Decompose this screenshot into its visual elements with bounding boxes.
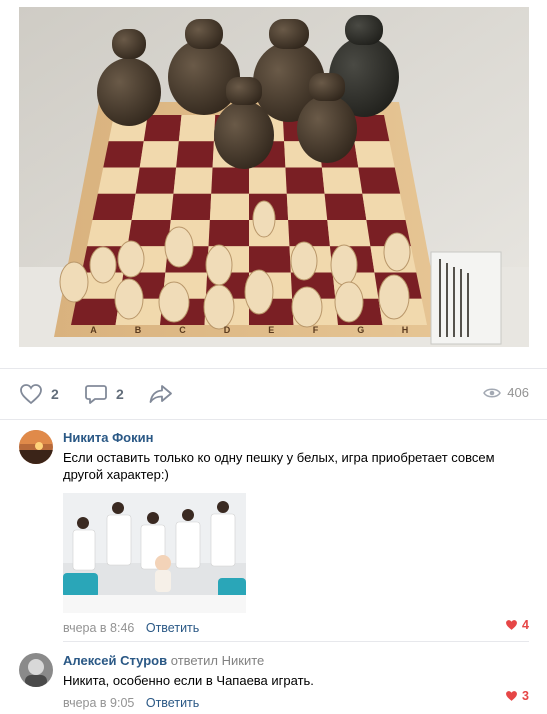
board-square [71, 298, 120, 325]
comment-like-count: 4 [522, 618, 529, 632]
reply-to-label[interactable]: ответил Никите [171, 653, 265, 668]
view-count: 406 [483, 385, 529, 400]
reply-button[interactable]: Ответить [146, 696, 199, 710]
comment-like-count: 3 [522, 689, 529, 703]
views-value: 406 [507, 385, 529, 400]
board-square [208, 220, 249, 247]
eye-icon [483, 388, 502, 397]
post-actions-bar: 2 2 406 [0, 368, 547, 420]
comment-author-line: Алексей Стуров ответил Никите [63, 653, 529, 669]
reply-button[interactable]: Ответить [146, 621, 199, 635]
board-square [173, 167, 213, 194]
share-button[interactable] [148, 383, 174, 405]
heart-filled-icon [506, 691, 517, 701]
board-square [324, 193, 367, 220]
board-square [362, 193, 406, 220]
comment-item: Никита Фокин Если оставить только ко одн… [19, 430, 529, 635]
board-square [209, 193, 249, 220]
comment-time[interactable]: вчера в 9:05 [63, 696, 134, 710]
board-square [135, 167, 177, 194]
board-file-label: C [179, 325, 186, 335]
comment-author[interactable]: Никита Фокин [63, 430, 529, 446]
comment-text: Если оставить только ко одну пешку у бел… [63, 450, 495, 482]
comment-text: Никита, особенно если в Чапаева играть. [63, 673, 314, 688]
comment-like-button[interactable]: 3 [505, 689, 529, 703]
board-square [178, 115, 216, 142]
heart-outline-icon [20, 384, 42, 405]
board-square [131, 193, 174, 220]
board-square [327, 220, 371, 247]
board-square [92, 193, 136, 220]
like-button[interactable]: 2 [19, 383, 59, 405]
board-square [358, 167, 401, 194]
board-square [249, 167, 287, 194]
board-file-label: B [135, 325, 142, 335]
board-square [354, 141, 395, 168]
avatar[interactable] [19, 653, 53, 687]
heart-filled-icon [506, 620, 517, 630]
comment-like-button[interactable]: 4 [505, 618, 529, 632]
comment-meta: вчера в 9:05 Ответить [63, 696, 529, 710]
board-square [103, 141, 144, 168]
board-square [285, 167, 325, 194]
board-square [176, 141, 214, 168]
comment-meta: вчера в 8:46 Ответить [63, 621, 529, 635]
board-square [143, 115, 182, 142]
post-photo[interactable]: A B C D E F G H [19, 7, 529, 347]
board-square [321, 167, 363, 194]
board-file-label: H [402, 325, 409, 335]
chess-photo-illustration: A B C D E F G H [19, 7, 529, 347]
board-file-label: G [357, 325, 364, 335]
comment-count: 2 [116, 386, 124, 402]
share-arrow-icon [149, 385, 172, 403]
board-square [286, 193, 328, 220]
comment-image[interactable] [63, 493, 246, 613]
board-square [139, 141, 179, 168]
comment-icon [85, 385, 107, 404]
board-square [211, 167, 249, 194]
comment-button[interactable]: 2 [84, 383, 124, 405]
board-file-label: A [90, 325, 97, 335]
board-square [249, 246, 291, 273]
avatar-bw-image [19, 653, 53, 687]
comment-divider [63, 641, 529, 642]
like-count: 2 [51, 386, 59, 402]
comment-author[interactable]: Алексей Стуров [63, 653, 167, 668]
board-square [170, 193, 212, 220]
avatar[interactable] [19, 430, 53, 464]
comment-item: Алексей Стуров ответил Никите Никита, ос… [19, 653, 529, 711]
board-file-label: D [224, 325, 231, 335]
board-file-label: E [268, 325, 274, 335]
board-square [288, 220, 330, 247]
board-file-label: F [313, 325, 319, 335]
comment-time[interactable]: вчера в 8:46 [63, 621, 134, 635]
comment-photo-illustration [63, 493, 246, 613]
board-square [97, 167, 140, 194]
avatar-sunset-image [19, 430, 53, 464]
board-square [87, 220, 132, 247]
